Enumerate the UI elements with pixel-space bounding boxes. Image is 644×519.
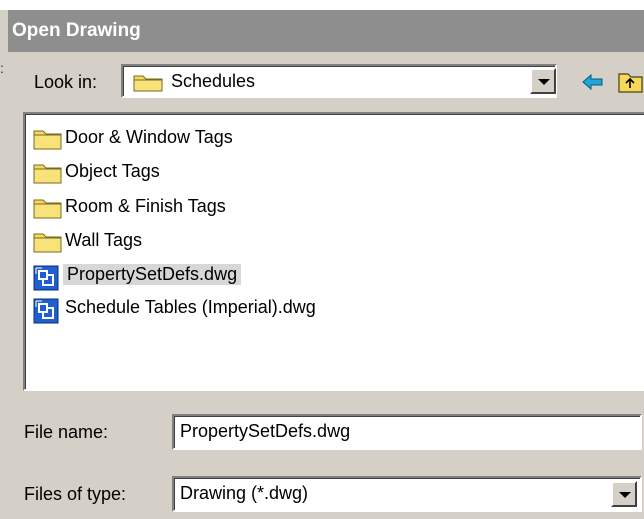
filetype-select[interactable]: Drawing (*.dwg)	[172, 476, 642, 512]
lookin-select[interactable]: Schedules	[121, 64, 557, 98]
lookin-value: Schedules	[171, 71, 256, 91]
lookin-dropdown-button[interactable]	[530, 68, 556, 94]
filename-field[interactable]: PropertySetDefs.dwg	[172, 414, 642, 450]
back-arrow-icon[interactable]	[580, 70, 606, 96]
folder-icon	[133, 72, 165, 97]
file-list[interactable]: Door & Window Tags Object Tags Room & Fi…	[23, 112, 644, 391]
filename-label: File name:	[24, 422, 109, 442]
file-name: PropertySetDefs.dwg	[63, 264, 242, 285]
file-name: Door & Window Tags	[65, 127, 233, 147]
top-strip	[0, 0, 644, 10]
filetype-label: Files of type:	[24, 484, 127, 504]
folder-icon	[33, 128, 63, 155]
dwg-file-icon	[33, 265, 63, 296]
dialog-title: Open Drawing	[8, 10, 644, 52]
open-drawing-dialog: Open Drawing : Look in: Schedules Door &…	[0, 0, 644, 519]
file-name: Room & Finish Tags	[65, 196, 226, 216]
folder-icon	[33, 197, 63, 224]
left-edge-marker: :	[0, 60, 4, 76]
up-folder-icon[interactable]	[617, 68, 644, 94]
file-name: Object Tags	[65, 161, 160, 181]
filetype-value: Drawing (*.dwg)	[180, 483, 309, 503]
chevron-down-icon	[619, 492, 631, 498]
chevron-down-icon	[538, 79, 550, 85]
lookin-label: Look in:	[34, 72, 98, 92]
folder-icon	[33, 162, 63, 189]
folder-icon	[33, 231, 63, 258]
dwg-file-icon	[33, 298, 63, 329]
file-name: Schedule Tables (Imperial).dwg	[65, 297, 316, 317]
filetype-dropdown-button[interactable]	[611, 481, 637, 507]
filename-value: PropertySetDefs.dwg	[180, 421, 351, 441]
file-name: Wall Tags	[65, 230, 143, 250]
